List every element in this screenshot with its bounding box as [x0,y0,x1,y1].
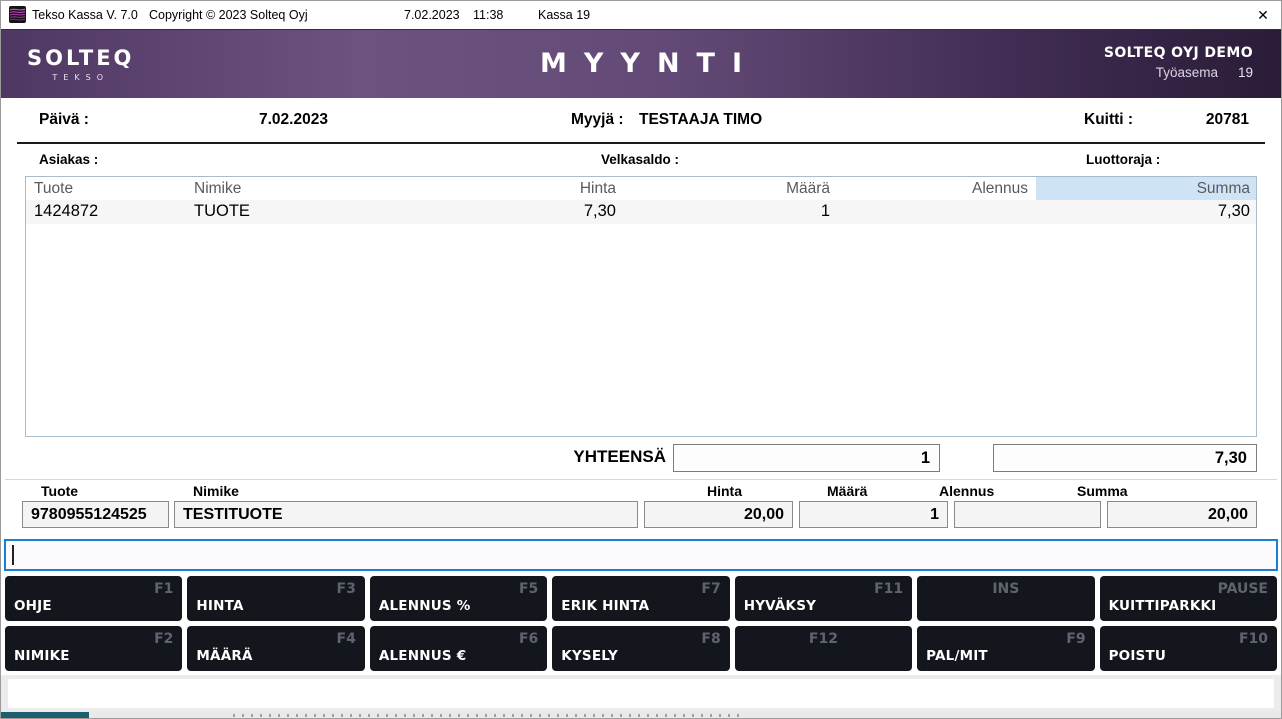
copyright-text: Copyright © 2023 Solteq Oyj [149,8,308,22]
footer-panel [8,679,1274,708]
pal-mit-button[interactable]: PAL/MIT F9 [917,626,1094,671]
sale-table: Tuote Nimike Hinta Määrä Alennus Summa 1… [26,177,1257,224]
cell-alennus [838,200,1036,224]
nimike-input[interactable]: TESTITUOTE [174,501,638,528]
entry-label-maara: Määrä [827,483,867,499]
alennus-input[interactable] [954,501,1101,528]
receipt-value: 20781 [1206,111,1249,129]
total-sum-box: 7,30 [993,444,1257,472]
maara-input[interactable]: 1 [799,501,948,528]
titlebar-date: 7.02.2023 [404,8,460,22]
entry-label-nimike: Nimike [193,483,239,499]
text-caret [12,545,14,565]
kuittiparkki-button[interactable]: KUITTIPARKKI PAUSE [1100,576,1277,621]
seller-label: Myyjä : [571,111,624,129]
entry-label-summa: Summa [1077,483,1128,499]
col-header-summa: Summa [1036,177,1257,200]
workstation-label: Työasema [1156,65,1218,80]
col-header-hinta: Hinta [438,177,624,200]
date-label: Päivä : [39,111,89,129]
window-title: Tekso Kassa V. 7.0 [32,8,138,22]
app-header: SOLTEQ TEKSO MYYNTI SOLTEQ OYJ DEMO Työa… [1,29,1281,98]
cell-maara: 1 [624,200,838,224]
info-bar: Päivä : 7.02.2023 Myyjä : TESTAAJA TIMO … [1,98,1281,142]
titlebar-time: 11:38 [473,8,503,22]
titlebar-register: Kassa 19 [538,8,590,22]
page-title: MYYNTI [1,48,1281,79]
app-window: Tekso Kassa V. 7.0 Copyright © 2023 Solt… [0,0,1282,719]
receipt-label: Kuitti : [1084,111,1133,129]
col-header-nimike: Nimike [186,177,438,200]
header-right: SOLTEQ OYJ DEMO Työasema 19 [1104,45,1253,80]
background-window-text-fragment [233,714,741,717]
customer-label: Asiakas : [39,152,98,167]
workstation-number: 19 [1238,65,1253,80]
cell-nimike: TUOTE [186,200,438,224]
hinta-button[interactable]: HINTA F3 [187,576,364,621]
date-value: 7.02.2023 [259,111,328,129]
seller-value: TESTAAJA TIMO [639,111,762,129]
sale-table-container: Tuote Nimike Hinta Määrä Alennus Summa 1… [25,176,1257,437]
ohje-button[interactable]: OHJE F1 [5,576,182,621]
balance-label: Velkasaldo : [601,152,679,167]
table-row[interactable]: 1424872 TUOTE 7,30 1 7,30 [26,200,1257,224]
tuote-input[interactable]: 9780955124525 [22,501,169,528]
footer-area [1,675,1281,711]
totals-label: YHTEENSÄ [561,447,666,467]
company-name: SOLTEQ OYJ DEMO [1104,45,1253,61]
customer-bar: Asiakas : Velkasaldo : Luottoraja : [1,144,1281,174]
col-header-tuote: Tuote [26,177,186,200]
col-header-alennus: Alennus [838,177,1036,200]
cell-tuote: 1424872 [26,200,186,224]
entry-label-tuote: Tuote [41,483,78,499]
function-key-panel: OHJE F1 HINTA F3 ALENNUS % F5 ERIK HINTA… [1,573,1281,675]
function-key-row-1: OHJE F1 HINTA F3 ALENNUS % F5 ERIK HINTA… [5,576,1277,621]
app-icon [9,6,26,23]
col-header-maara: Määrä [624,177,838,200]
entry-section: Tuote Nimike Hinta Määrä Alennus Summa 9… [1,480,1281,537]
ins-blank-button[interactable]: INS [917,576,1094,621]
command-input[interactable] [4,539,1278,571]
total-quantity-box: 1 [673,444,940,472]
f12-blank-button[interactable]: F12 [735,626,912,671]
alennus-prosentti-button[interactable]: ALENNUS % F5 [370,576,547,621]
titlebar: Tekso Kassa V. 7.0 Copyright © 2023 Solt… [1,1,1281,29]
close-icon[interactable]: ✕ [1251,4,1275,26]
entry-label-hinta: Hinta [707,483,742,499]
alennus-euro-button[interactable]: ALENNUS € F6 [370,626,547,671]
sale-table-header: Tuote Nimike Hinta Määrä Alennus Summa [26,177,1257,200]
totals-row: YHTEENSÄ 1 7,30 [1,437,1281,479]
cell-summa: 7,30 [1036,200,1257,224]
credit-label: Luottoraja : [1086,152,1160,167]
summa-input[interactable]: 20,00 [1107,501,1257,528]
background-window-edge [1,712,89,718]
entry-label-alennus: Alennus [939,483,994,499]
hyvaksy-button[interactable]: HYVÄKSY F11 [735,576,912,621]
nimike-button[interactable]: NIMIKE F2 [5,626,182,671]
bottom-edge-strip [1,711,1281,718]
function-key-row-2: NIMIKE F2 MÄÄRÄ F4 ALENNUS € F6 KYSELY F… [5,626,1277,671]
maara-button[interactable]: MÄÄRÄ F4 [187,626,364,671]
erik-hinta-button[interactable]: ERIK HINTA F7 [552,576,729,621]
poistu-button[interactable]: POISTU F10 [1100,626,1277,671]
cell-hinta: 7,30 [438,200,624,224]
hinta-input[interactable]: 20,00 [644,501,793,528]
workstation-info: Työasema 19 [1104,65,1253,80]
kysely-button[interactable]: KYSELY F8 [552,626,729,671]
